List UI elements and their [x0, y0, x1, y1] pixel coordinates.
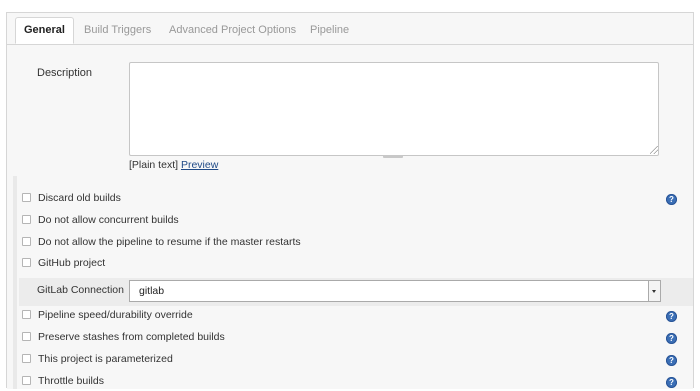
option-parameterized[interactable]: This project is parameterized: [22, 349, 173, 369]
tab-general[interactable]: General: [15, 17, 74, 44]
option-pipeline-durability[interactable]: Pipeline speed/durability override: [22, 305, 193, 325]
select-arrow-button[interactable]: [648, 281, 660, 301]
chevron-down-icon: [652, 290, 656, 293]
option-github-project[interactable]: GitHub project: [22, 253, 105, 273]
tab-pipeline[interactable]: Pipeline: [310, 17, 349, 44]
option-label: Do not allow the pipeline to resume if t…: [38, 236, 301, 248]
section-indent-bar: [13, 176, 17, 389]
option-label: GitHub project: [38, 257, 106, 269]
option-label: This project is parameterized: [38, 353, 173, 365]
preview-link[interactable]: Preview: [181, 159, 218, 171]
description-format: [Plain text] Preview: [129, 159, 218, 171]
help-icon[interactable]: ?: [666, 333, 677, 344]
checkbox[interactable]: [22, 236, 31, 246]
option-label: Discard old builds: [38, 192, 121, 204]
option-label: Do not allow concurrent builds: [38, 214, 179, 226]
option-no-resume-pipeline[interactable]: Do not allow the pipeline to resume if t…: [22, 232, 301, 252]
general-section: Description [Plain text] Preview Discard…: [7, 45, 693, 389]
description-textarea[interactable]: [129, 62, 659, 156]
textarea-drag-handle[interactable]: [383, 155, 403, 158]
tab-build-triggers[interactable]: Build Triggers: [84, 17, 151, 44]
tab-advanced-project-options[interactable]: Advanced Project Options: [169, 17, 296, 44]
checkbox[interactable]: [22, 309, 31, 319]
gitlab-connection-label: GitLab Connection: [37, 284, 124, 296]
help-icon[interactable]: ?: [666, 355, 677, 366]
gitlab-connection-select[interactable]: gitlab: [129, 280, 661, 302]
plain-text-label: [Plain text]: [129, 159, 179, 171]
checkbox[interactable]: [22, 331, 31, 341]
resize-grip-icon[interactable]: [650, 146, 658, 154]
option-throttle-builds[interactable]: Throttle builds: [22, 371, 104, 391]
option-label: Preserve stashes from completed builds: [38, 331, 225, 343]
checkbox[interactable]: [22, 375, 31, 385]
gitlab-connection-value: gitlab: [139, 285, 165, 297]
option-preserve-stashes[interactable]: Preserve stashes from completed builds: [22, 327, 225, 347]
option-no-concurrent-builds[interactable]: Do not allow concurrent builds: [22, 210, 179, 230]
help-icon[interactable]: ?: [666, 194, 677, 205]
checkbox[interactable]: [22, 353, 31, 363]
checkbox[interactable]: [22, 214, 31, 224]
option-label: Pipeline speed/durability override: [38, 309, 193, 321]
help-icon[interactable]: ?: [666, 311, 677, 322]
checkbox[interactable]: [22, 257, 31, 267]
gitlab-connection-row: GitLab Connection gitlab: [19, 278, 693, 306]
option-label: Throttle builds: [38, 375, 104, 387]
checkbox[interactable]: [22, 192, 31, 202]
description-label: Description: [37, 67, 93, 79]
option-discard-old-builds[interactable]: Discard old builds: [22, 188, 121, 208]
tab-bar: General Build Triggers Advanced Project …: [7, 13, 693, 45]
project-config-panel: General Build Triggers Advanced Project …: [6, 12, 694, 389]
help-icon[interactable]: ?: [666, 377, 677, 388]
